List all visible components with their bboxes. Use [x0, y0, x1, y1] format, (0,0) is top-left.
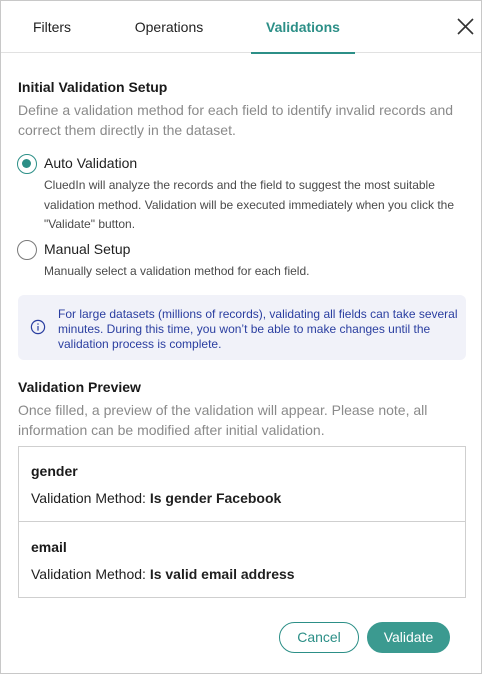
method-prefix: Validation Method: [31, 490, 150, 506]
preview-row: email Validation Method: Is valid email … [19, 523, 465, 598]
validate-button[interactable]: Validate [367, 622, 450, 653]
method-value: Is gender Facebook [149, 490, 282, 506]
tab-validations[interactable]: Validations [251, 1, 355, 54]
cancel-button[interactable]: Cancel [279, 622, 359, 653]
manual-setup-label: Manual Setup [44, 241, 131, 257]
auto-validation-label: Auto Validation [44, 155, 138, 171]
preview-description: Once filled, a preview of the validation… [18, 402, 428, 438]
preview-heading: Validation Preview [18, 379, 141, 395]
tab-bar: Filters Operations Validations [1, 1, 481, 54]
preview-field-name: email [31, 539, 67, 555]
info-banner: For large datasets (millions of records)… [18, 295, 466, 360]
info-icon [30, 319, 46, 335]
auto-validation-option[interactable]: Auto Validation CluedIn will analyze the… [17, 154, 477, 234]
preview-field-name: gender [31, 463, 78, 479]
initial-setup-description: Define a validation method for each fiel… [18, 102, 454, 138]
tab-filters[interactable]: Filters [15, 1, 89, 53]
info-text: For large datasets (millions of records)… [58, 307, 458, 351]
manual-setup-radio[interactable] [17, 240, 37, 260]
method-value: Is valid email address [149, 566, 295, 582]
manual-setup-option[interactable]: Manual Setup Manually select a validatio… [17, 240, 477, 280]
auto-validation-radio[interactable] [17, 154, 37, 174]
validation-preview-list: gender Validation Method: Is gender Face… [18, 446, 466, 598]
close-icon[interactable] [453, 15, 477, 39]
initial-setup-heading: Initial Validation Setup [18, 79, 168, 95]
preview-row: gender Validation Method: Is gender Face… [19, 447, 465, 522]
manual-setup-help: Manually select a validation method for … [44, 264, 310, 278]
validation-panel: Filters Operations Validations Initial V… [0, 0, 482, 674]
tab-operations[interactable]: Operations [119, 1, 219, 53]
preview-method: Validation Method: Is gender Facebook [31, 490, 281, 506]
auto-validation-help: CluedIn will analyze the records and the… [44, 178, 454, 231]
preview-method: Validation Method: Is valid email addres… [31, 566, 295, 582]
method-prefix: Validation Method: [31, 566, 150, 582]
